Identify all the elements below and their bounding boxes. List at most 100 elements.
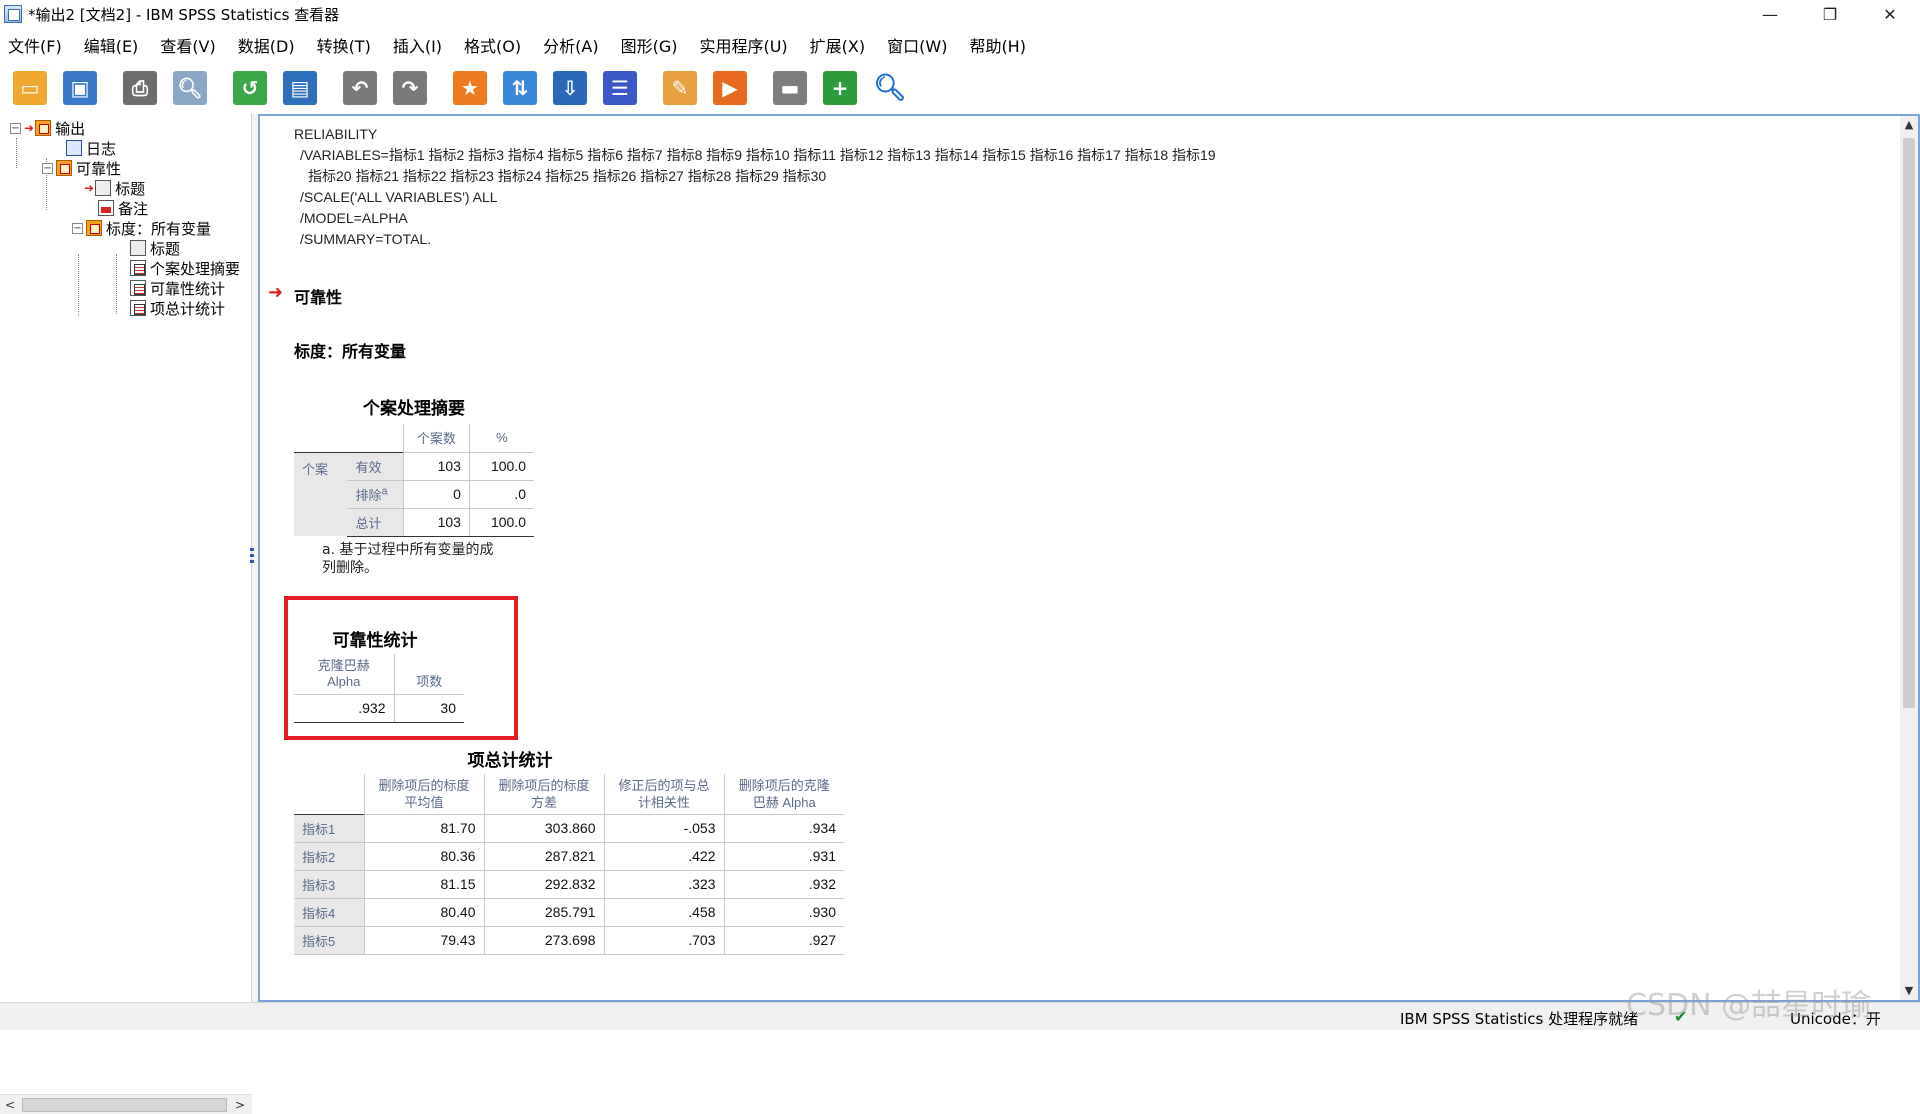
open-button[interactable]: ▭ bbox=[10, 67, 50, 109]
tree-label: 备注 bbox=[118, 199, 149, 218]
open-icon: ▭ bbox=[13, 71, 47, 105]
syntax-line: /SUMMARY=TOTAL. bbox=[300, 231, 432, 247]
menu-extensions[interactable]: 扩展(X) bbox=[799, 33, 876, 57]
restore-button[interactable]: ❐ bbox=[1800, 0, 1860, 28]
menu-transform[interactable]: 转换(T) bbox=[306, 33, 382, 57]
variables-button[interactable]: ☰ bbox=[600, 67, 640, 109]
splitter-grip-icon[interactable] bbox=[250, 548, 254, 566]
collapse-icon[interactable]: − bbox=[10, 122, 21, 134]
cell-value: 273.698 bbox=[483, 926, 604, 955]
cell-value: 81.70 bbox=[363, 813, 484, 843]
print-preview-button[interactable]: 🔍︎ bbox=[170, 67, 210, 109]
run-script-icon: ▶ bbox=[713, 71, 747, 105]
column-header: 个案数 bbox=[402, 424, 470, 453]
row-header: 指标4 bbox=[294, 898, 364, 927]
heading-scale[interactable]: 标度：所有变量 bbox=[294, 338, 406, 362]
case-summary-table[interactable]: 个案数 % 个案 有效 103 100.0 排除a 0 .0 总计 103 10… bbox=[294, 424, 534, 537]
tree-node-scale-title[interactable]: 标题 bbox=[130, 238, 180, 258]
cell-value: 103 bbox=[402, 451, 470, 481]
variables-icon: ☰ bbox=[603, 71, 637, 105]
menu-help[interactable]: 帮助(H) bbox=[958, 33, 1037, 57]
goto-data-button[interactable]: ★ bbox=[450, 67, 490, 109]
output-content-pane: RELIABILITY /VARIABLES=指标1 指标2 指标3 指标4 指… bbox=[258, 114, 1920, 1002]
collapse-icon[interactable]: − bbox=[42, 162, 53, 174]
menu-analyze[interactable]: 分析(A) bbox=[532, 33, 609, 57]
output-vertical-scrollbar[interactable]: ▲ ▼ bbox=[1900, 116, 1918, 1000]
tree-node-case-summary[interactable]: 个案处理摘要 bbox=[130, 258, 240, 278]
print-button[interactable]: ⎙ bbox=[120, 67, 160, 109]
menu-format[interactable]: 格式(O) bbox=[453, 33, 532, 57]
scroll-down-icon[interactable]: ▼ bbox=[1900, 982, 1918, 1000]
close-button[interactable]: ✕ bbox=[1860, 0, 1920, 28]
menu-utilities[interactable]: 实用程序(U) bbox=[688, 33, 798, 57]
outline-horizontal-scrollbar[interactable]: < > bbox=[0, 1094, 252, 1114]
save-button[interactable]: ▣ bbox=[60, 67, 100, 109]
minimize-button[interactable]: — bbox=[1740, 0, 1800, 28]
row-header: 总计 bbox=[347, 508, 404, 537]
cell-value: 80.40 bbox=[363, 898, 484, 927]
item-total-table[interactable]: 删除项后的标度平均值 删除项后的标度方差 修正后的项与总计相关性 删除项后的克隆… bbox=[294, 774, 844, 955]
table-icon bbox=[130, 280, 146, 296]
menu-insert[interactable]: 插入(I) bbox=[382, 33, 453, 57]
menu-graphs[interactable]: 图形(G) bbox=[610, 33, 689, 57]
table-row: 指标4 80.40 285.791.458.930 bbox=[294, 898, 844, 927]
show-button[interactable]: + bbox=[820, 67, 860, 109]
menu-data[interactable]: 数据(D) bbox=[227, 33, 306, 57]
cell-value: 80.36 bbox=[363, 842, 484, 871]
tree-node-item-total[interactable]: 项总计统计 bbox=[130, 298, 225, 318]
menu-bar: 文件(F) 编辑(E) 查看(V) 数据(D) 转换(T) 插入(I) 格式(O… bbox=[0, 30, 1920, 60]
scroll-thumb[interactable] bbox=[22, 1098, 227, 1112]
search-icon: 🔍︎ bbox=[873, 71, 907, 105]
hide-icon: ▬ bbox=[773, 71, 807, 105]
search-button[interactable]: 🔍︎ bbox=[870, 67, 910, 109]
cell-value: 100.0 bbox=[468, 451, 534, 481]
cell-value: 287.821 bbox=[483, 842, 604, 871]
scroll-right-icon[interactable]: > bbox=[232, 1097, 248, 1113]
goto-variable-button[interactable]: ⇩ bbox=[550, 67, 590, 109]
menu-file[interactable]: 文件(F) bbox=[0, 33, 73, 57]
table-row: 指标3 81.15 292.832.323.932 bbox=[294, 870, 844, 899]
watermark: CSDN @喆星时瑜 bbox=[1626, 988, 1872, 1023]
cell-value: 285.791 bbox=[483, 898, 604, 927]
scroll-left-icon[interactable]: < bbox=[2, 1097, 18, 1113]
cell-value: .930 bbox=[723, 898, 844, 927]
row-header: 指标2 bbox=[294, 842, 364, 871]
row-header: 有效 bbox=[347, 451, 404, 481]
scroll-thumb[interactable] bbox=[1903, 138, 1915, 708]
undo-button[interactable]: ↶ bbox=[340, 67, 380, 109]
tree-node-scale[interactable]: − 标度：所有变量 bbox=[72, 218, 211, 238]
tree-label: 日志 bbox=[86, 139, 117, 158]
current-item-arrow-icon: ➜ bbox=[84, 181, 95, 195]
export-button[interactable]: ↺ bbox=[230, 67, 270, 109]
run-script-button[interactable]: ▶ bbox=[710, 67, 750, 109]
collapse-icon[interactable]: − bbox=[72, 222, 83, 234]
recall-dialog-button[interactable]: ▤ bbox=[280, 67, 320, 109]
cell-value: .931 bbox=[723, 842, 844, 871]
column-header: 修正后的项与总计相关性 bbox=[603, 774, 724, 815]
tree-node-output[interactable]: − ➜ 输出 bbox=[10, 118, 85, 138]
menu-edit[interactable]: 编辑(E) bbox=[73, 33, 150, 57]
redo-button[interactable]: ↷ bbox=[390, 67, 430, 109]
print-icon: ⎙ bbox=[123, 71, 157, 105]
case-summary-footnote: a. 基于过程中所有变量的成列删除。 bbox=[322, 542, 494, 576]
cell-value: .323 bbox=[603, 870, 724, 899]
scroll-up-icon[interactable]: ▲ bbox=[1900, 116, 1918, 134]
notes-icon bbox=[98, 200, 114, 216]
tree-node-log[interactable]: 日志 bbox=[66, 138, 116, 158]
tree-node-reliability[interactable]: − 可靠性 bbox=[42, 158, 121, 178]
menu-window[interactable]: 窗口(W) bbox=[876, 33, 958, 57]
cell-value: 79.43 bbox=[363, 926, 484, 955]
heading-reliability[interactable]: 可靠性 bbox=[294, 284, 342, 308]
hide-button[interactable]: ▬ bbox=[770, 67, 810, 109]
recall-dialog-icon: ▤ bbox=[283, 71, 317, 105]
cell-value: .458 bbox=[603, 898, 724, 927]
cell-value: 303.860 bbox=[483, 813, 604, 843]
annotation-highlight-box bbox=[284, 596, 518, 740]
goto-case-button[interactable]: ⇅ bbox=[500, 67, 540, 109]
tree-node-notes[interactable]: 备注 bbox=[98, 198, 148, 218]
tree-node-reliability-stats[interactable]: 可靠性统计 bbox=[130, 278, 225, 298]
edit-output-button[interactable]: ✎ bbox=[660, 67, 700, 109]
tree-node-title[interactable]: ➜ 标题 bbox=[84, 178, 145, 198]
tree-label: 标度：所有变量 bbox=[106, 219, 212, 238]
menu-view[interactable]: 查看(V) bbox=[149, 33, 226, 57]
